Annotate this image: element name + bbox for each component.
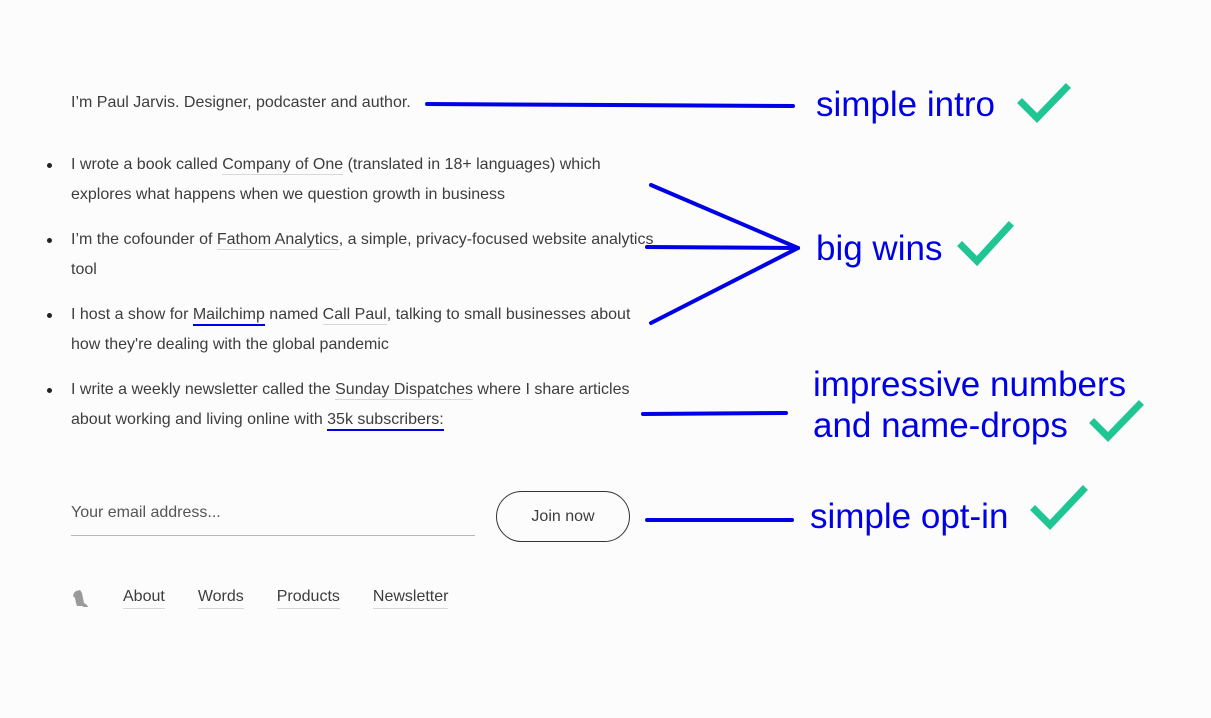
checkmark-icon bbox=[1030, 485, 1088, 531]
checkmark-icon bbox=[1089, 400, 1144, 442]
checkmark-icon bbox=[957, 221, 1014, 267]
annotation-overlay bbox=[425, 83, 1144, 531]
checkmark-icon bbox=[1017, 83, 1071, 123]
annotation-line-intro bbox=[425, 102, 795, 108]
annotation-simple-opt-in: simple opt-in bbox=[810, 497, 1009, 536]
annotation-simple-intro: simple intro bbox=[816, 85, 995, 124]
annotation-line-wins-bottom bbox=[649, 246, 800, 325]
annotation-name-drops: and name-drops bbox=[813, 406, 1068, 445]
annotation-line-wins-top bbox=[649, 183, 800, 250]
annotation-line-wins-mid bbox=[645, 245, 800, 250]
annotation-big-wins: big wins bbox=[816, 229, 943, 268]
annotation-line-numbers bbox=[641, 411, 788, 416]
annotation-impressive-numbers: impressive numbers bbox=[813, 365, 1127, 404]
